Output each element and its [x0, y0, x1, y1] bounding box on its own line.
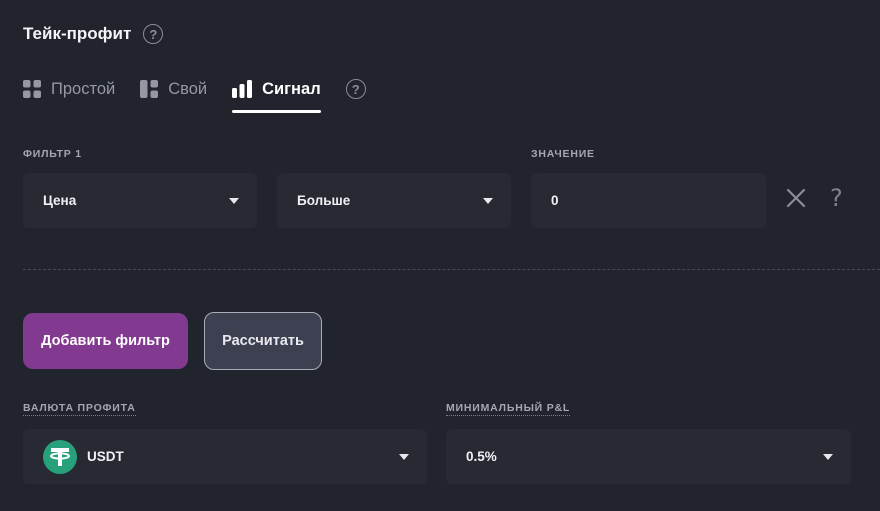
take-profit-header: Тейк-профит ?	[23, 24, 164, 44]
tab-simple-label: Простой	[51, 79, 116, 98]
close-icon[interactable]	[786, 188, 806, 208]
filter-condition-value: Больше	[297, 193, 351, 208]
calculate-button[interactable]: Рассчитать	[204, 312, 322, 370]
section-divider	[23, 269, 880, 270]
tab-signal-label: Сигнал	[262, 79, 321, 98]
filter-type-value: Цена	[43, 193, 77, 208]
add-filter-button[interactable]: Добавить фильтр	[23, 313, 188, 369]
tab-custom[interactable]: Свой	[140, 80, 207, 99]
filter-type-select[interactable]: Цена	[23, 173, 257, 228]
mode-tabs: Простой Свой Сигнал ?	[23, 78, 366, 113]
chevron-down-icon	[483, 197, 493, 204]
filter-condition-select[interactable]: Больше	[277, 173, 511, 228]
min-pnl-value: 0.5%	[466, 449, 497, 464]
tether-icon	[43, 439, 77, 474]
filter-value-text: 0	[551, 193, 559, 208]
chevron-down-icon	[399, 453, 409, 460]
filter-label: ФИЛЬТР 1	[23, 148, 82, 160]
layout-icon	[140, 80, 159, 98]
min-pnl-label: МИНИМАЛЬНЫЙ P&L	[446, 402, 571, 416]
profit-currency-value: USDT	[87, 449, 124, 464]
question-circle-icon[interactable]: ?	[143, 24, 164, 44]
tab-simple[interactable]: Простой	[23, 80, 115, 99]
chevron-down-icon	[229, 197, 239, 204]
chevron-down-icon	[823, 453, 833, 460]
signal-bars-icon	[232, 80, 253, 98]
filter-help-icon[interactable]: ?	[830, 184, 843, 212]
tab-custom-label: Свой	[168, 79, 208, 98]
value-label: ЗНАЧЕНИЕ	[531, 148, 595, 160]
question-circle-icon[interactable]: ?	[345, 79, 366, 99]
profit-currency-label: ВАЛЮТА ПРОФИТА	[23, 402, 136, 416]
tab-signal[interactable]: Сигнал	[232, 79, 321, 113]
filter-value-input[interactable]: 0	[531, 173, 766, 228]
grid-icon	[23, 80, 41, 98]
page-title: Тейк-профит	[23, 24, 132, 43]
min-pnl-select[interactable]: 0.5%	[446, 429, 851, 484]
profit-currency-select[interactable]: USDT	[23, 429, 427, 484]
